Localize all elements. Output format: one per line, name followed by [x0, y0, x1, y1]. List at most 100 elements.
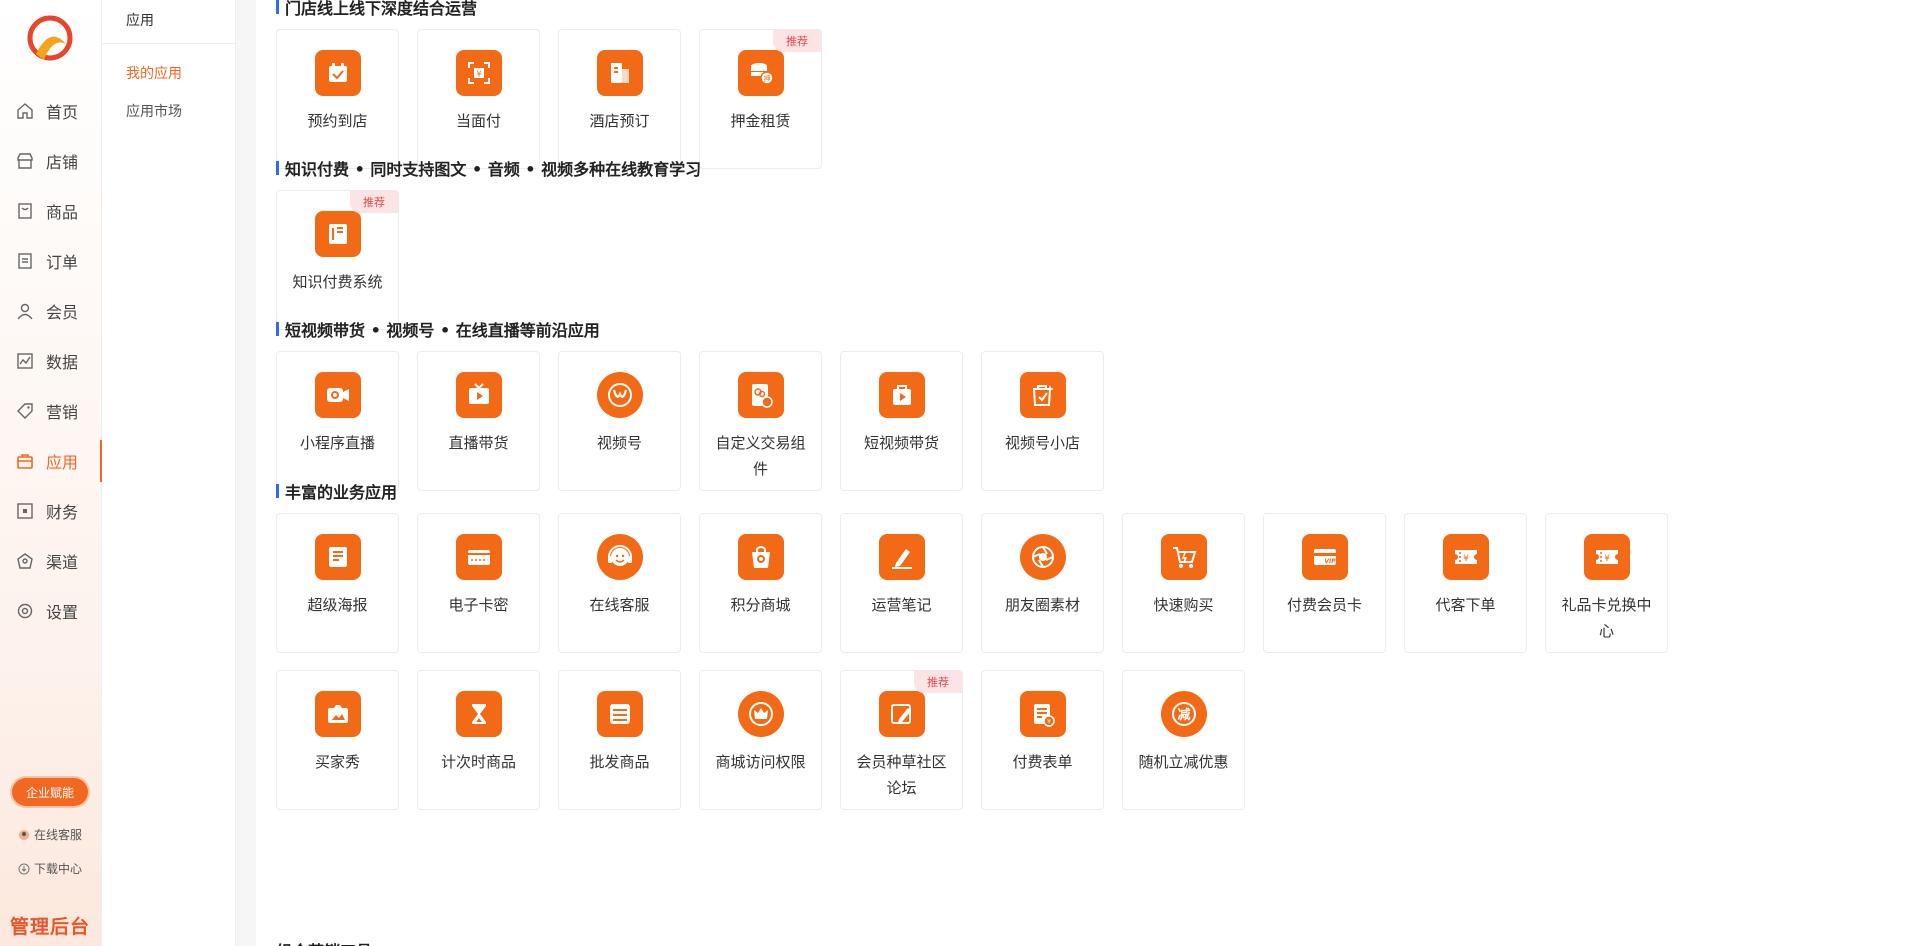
scan-pay-icon: ¥: [455, 50, 502, 96]
app-card[interactable]: 批发商品: [558, 670, 681, 810]
app-card[interactable]: 朋友圈素材: [981, 513, 1104, 653]
recommend-badge: 推荐: [773, 30, 821, 52]
app-card[interactable]: 知识付费系统 推荐: [276, 190, 399, 330]
app-card[interactable]: 商城访问权限: [699, 670, 822, 810]
app-grid: 超级海报 电子卡密 在线客服 积分商城 运营笔记 朋友圈素材 快速购买 VIP 付费会员卡 ¥ 代客…: [276, 513, 1736, 810]
discount-icon: 减: [1160, 691, 1207, 737]
nav-item-label: 首页: [46, 103, 79, 122]
book-icon: [314, 211, 361, 257]
sub-sidebar-item-0[interactable]: 我的应用: [102, 54, 235, 92]
nav-item-label: 订单: [46, 253, 79, 272]
enterprise-button[interactable]: 企业赋能: [12, 778, 88, 806]
app-card[interactable]: 运营笔记: [840, 513, 963, 653]
app-card[interactable]: 视频号小店: [981, 351, 1104, 491]
app-section-2: 短视频带货 • 视频号 • 在线直播等前沿应用小程序直播 直播带货 视频号 自定义交易…: [276, 319, 1736, 491]
svg-text:押: 押: [763, 74, 770, 83]
app-card[interactable]: 小程序直播: [276, 351, 399, 491]
svg-text:减: 减: [1177, 707, 1190, 723]
app-card-label: 预约到店: [307, 112, 368, 130]
brand-text: 管理后台: [10, 916, 91, 938]
nav-item-2[interactable]: 商品: [0, 186, 102, 236]
nav-item-label: 会员: [46, 303, 79, 322]
nav-item-5[interactable]: 数据: [0, 336, 102, 386]
app-grid: 小程序直播 直播带货 视频号 自定义交易组件 短视频带货 视频号小店: [276, 351, 1736, 491]
app-card[interactable]: 电子卡密: [417, 513, 540, 653]
nav-item-10[interactable]: 设置: [0, 586, 102, 636]
app-card[interactable]: 超级海报: [276, 513, 399, 653]
nav-item-label: 店铺: [46, 153, 79, 172]
app-card[interactable]: 押押金租赁 推荐: [699, 29, 822, 169]
nav-item-label: 营销: [46, 403, 79, 422]
app-section-0: 门店线上线下深度结合运营 预约到店 ¥ 当面付 酒店预订 押押金租赁 推荐: [276, 0, 1736, 169]
app-card[interactable]: 会员种草社区论坛 推荐: [840, 670, 963, 810]
nav-item-4[interactable]: 会员: [0, 286, 102, 336]
nav-item-8[interactable]: 财务: [0, 486, 102, 536]
tag-icon: [16, 402, 34, 420]
sub-sidebar-item-1[interactable]: 应用市场: [102, 92, 235, 130]
app-card[interactable]: 快速购买: [1122, 513, 1245, 653]
app-card-label: 短视频带货: [863, 434, 939, 452]
points-bag-icon: [737, 534, 784, 580]
goods-icon: [16, 202, 34, 220]
app-card[interactable]: ¥ 礼品卡兑换中心: [1545, 513, 1668, 653]
sub-sidebar: 应用 我的应用 应用市场: [102, 0, 236, 946]
svg-text:¥: ¥: [476, 70, 481, 79]
app-section-3: 丰富的业务应用 超级海报 电子卡密 在线客服 积分商城 运营笔记 朋友圈素材 快速购买 VIP 付…: [276, 481, 1736, 810]
edit-icon: [878, 691, 925, 737]
app-card[interactable]: ¥ 当面付: [417, 29, 540, 169]
pen-note-icon: [878, 534, 925, 580]
svg-text:VIP: VIP: [1324, 558, 1336, 565]
nav-item-0[interactable]: 首页: [0, 86, 102, 136]
main-content: 组合营销工具 门店线上线下深度结合运营预约到店¥当面付酒店预订押押金租赁推荐知识…: [256, 0, 1912, 946]
app-card[interactable]: 直播带货: [417, 351, 540, 491]
app-card[interactable]: 减随机立减优惠: [1122, 670, 1245, 810]
app-card-label: 运营笔记: [871, 596, 932, 614]
app-card[interactable]: ¥ 付费表单: [981, 670, 1104, 810]
app-card[interactable]: 视频号: [558, 351, 681, 491]
app-card-label: 会员种草社区论坛: [856, 753, 947, 797]
app-card-label: 随机立减优惠: [1138, 753, 1229, 771]
nav-item-label: 数据: [46, 353, 79, 372]
poster-icon: [314, 534, 361, 580]
app-card-label: 电子卡密: [448, 596, 509, 614]
app-card[interactable]: ¥ 代客下单: [1404, 513, 1527, 653]
section-title: 短视频带货 • 视频号 • 在线直播等前沿应用: [276, 319, 1736, 340]
nav-item-3[interactable]: 订单: [0, 236, 102, 286]
nav-item-1[interactable]: 店铺: [0, 136, 102, 186]
app-card-label: 视频号小店: [1004, 434, 1080, 452]
download-center-link[interactable]: 下载中心: [18, 860, 82, 877]
nav-item-6[interactable]: 营销: [0, 386, 102, 436]
logo: [26, 14, 74, 66]
app-card[interactable]: 计次时商品: [417, 670, 540, 810]
tv-play-icon: [455, 372, 502, 418]
customer-service-label: 在线客服: [34, 828, 83, 842]
app-card-label: 视频号: [596, 434, 642, 452]
aperture-icon: [1019, 534, 1066, 580]
recommend-badge: 推荐: [350, 191, 398, 213]
app-card[interactable]: 在线客服: [558, 513, 681, 653]
app-card-label: 买家秀: [314, 753, 360, 771]
app-card[interactable]: 预约到店: [276, 29, 399, 169]
next-section-title: 组合营销工具: [276, 938, 372, 946]
download-icon: [18, 863, 30, 875]
app-card[interactable]: 买家秀: [276, 670, 399, 810]
app-card-label: 酒店预订: [589, 112, 650, 130]
nav-item-label: 应用: [46, 453, 79, 472]
app-card[interactable]: VIP 付费会员卡: [1263, 513, 1386, 653]
app-card[interactable]: 短视频带货: [840, 351, 963, 491]
svg-text:¥: ¥: [1604, 554, 1610, 564]
customer-service-link[interactable]: 在线客服: [18, 826, 82, 843]
photo-icon: [314, 691, 361, 737]
app-card[interactable]: 酒店预订: [558, 29, 681, 169]
app-card[interactable]: 自定义交易组件: [699, 351, 822, 491]
app-icon: [16, 452, 34, 470]
app-card[interactable]: 积分商城: [699, 513, 822, 653]
order-icon: [16, 252, 34, 270]
nav-item-label: 商品: [46, 203, 79, 222]
app-card-label: 直播带货: [448, 434, 509, 452]
avatar-icon: [18, 829, 30, 841]
nav-item-9[interactable]: 渠道: [0, 536, 102, 586]
nav-item-7[interactable]: 应用: [0, 436, 102, 486]
butterfly-icon: [596, 372, 643, 418]
main-sidebar: 首页店铺商品订单会员数据营销应用财务 渠道 设置 企业赋能 在线客服 下载中心 管理…: [0, 0, 102, 946]
